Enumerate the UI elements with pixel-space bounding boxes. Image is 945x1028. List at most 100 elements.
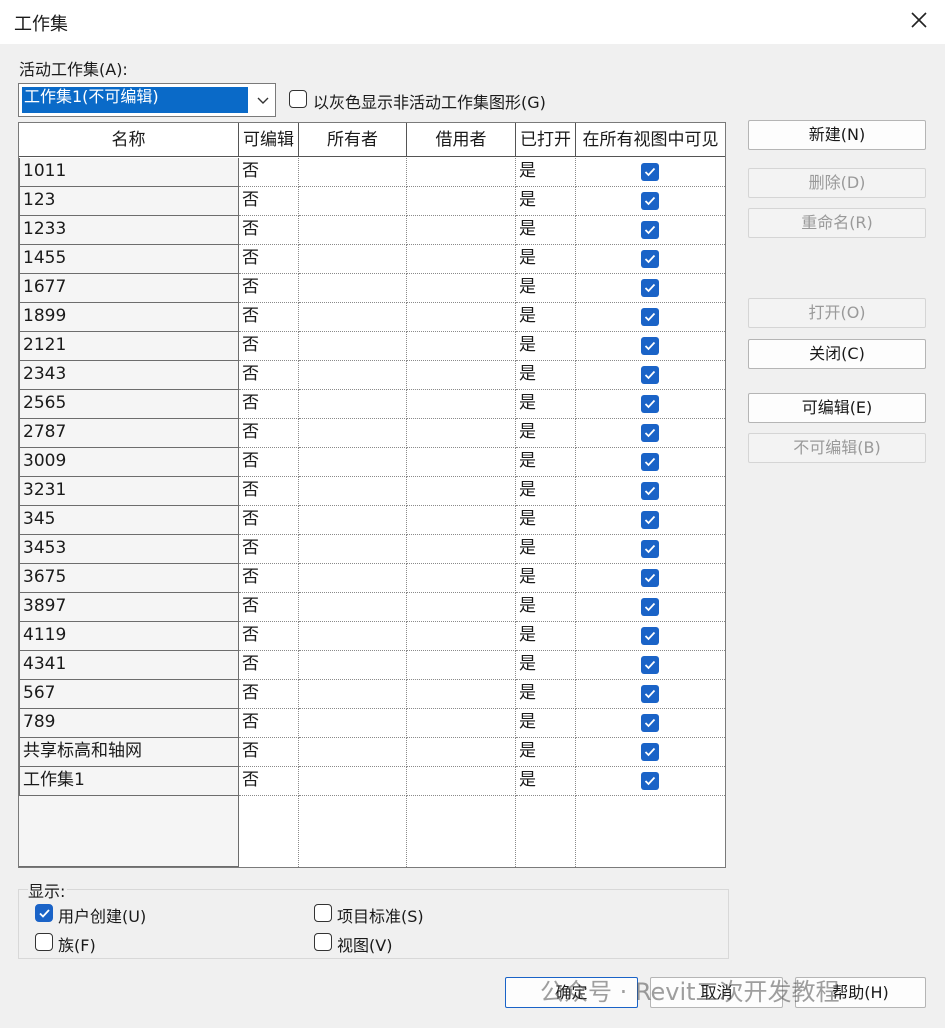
table-row[interactable]: 4119 否 是	[19, 622, 725, 651]
cell-editable[interactable]: 否	[239, 390, 299, 419]
cell-name[interactable]: 3453	[19, 535, 239, 564]
table-row[interactable]: 4341 否 是	[19, 651, 725, 680]
cell-editable[interactable]: 否	[239, 506, 299, 535]
column-header-name[interactable]: 名称	[19, 123, 239, 157]
cell-editable[interactable]: 否	[239, 680, 299, 709]
cell-editable[interactable]: 否	[239, 593, 299, 622]
cell-name[interactable]: 345	[19, 506, 239, 535]
table-row[interactable]: 3009 否 是	[19, 448, 725, 477]
user-created-checkbox[interactable]	[35, 904, 53, 922]
cell-editable[interactable]: 否	[239, 158, 299, 187]
column-header-borrower[interactable]: 借用者	[407, 123, 516, 157]
project-standards-checkbox[interactable]	[314, 904, 332, 922]
close-button[interactable]	[897, 2, 941, 42]
cell-name[interactable]: 3231	[19, 477, 239, 506]
active-workset-dropdown[interactable]: 工作集1(不可编辑)	[18, 83, 276, 117]
table-row[interactable]: 2121 否 是	[19, 332, 725, 361]
cell-visible[interactable]	[576, 738, 725, 767]
visible-checkbox[interactable]	[641, 279, 659, 297]
cell-name[interactable]: 1011	[19, 158, 239, 187]
cell-visible[interactable]	[576, 448, 725, 477]
cell-editable[interactable]: 否	[239, 767, 299, 796]
cell-name[interactable]: 3675	[19, 564, 239, 593]
cell-visible[interactable]	[576, 680, 725, 709]
cell-visible[interactable]	[576, 332, 725, 361]
workset-table[interactable]: 名称 可编辑 所有者 借用者 已打开 在所有视图中可见 1011 否是 123 否是 1…	[18, 122, 726, 868]
cell-editable[interactable]: 否	[239, 274, 299, 303]
column-header-editable[interactable]: 可编辑	[239, 123, 299, 157]
cell-name[interactable]: 4341	[19, 651, 239, 680]
cell-visible[interactable]	[576, 709, 725, 738]
cell-editable[interactable]: 否	[239, 709, 299, 738]
cell-name[interactable]: 4119	[19, 622, 239, 651]
visible-checkbox[interactable]	[641, 540, 659, 558]
cell-name[interactable]: 2343	[19, 361, 239, 390]
cell-editable[interactable]: 否	[239, 477, 299, 506]
visible-checkbox[interactable]	[641, 395, 659, 413]
cell-visible[interactable]	[576, 535, 725, 564]
visible-checkbox[interactable]	[641, 656, 659, 674]
cell-editable[interactable]: 否	[239, 622, 299, 651]
visible-checkbox[interactable]	[641, 511, 659, 529]
cell-name[interactable]: 1455	[19, 245, 239, 274]
cell-visible[interactable]	[576, 419, 725, 448]
cell-visible[interactable]	[576, 390, 725, 419]
cell-editable[interactable]: 否	[239, 216, 299, 245]
table-row[interactable]: 567 否 是	[19, 680, 725, 709]
table-row[interactable]: 1233 否 是	[19, 216, 725, 245]
cell-name[interactable]: 3009	[19, 448, 239, 477]
table-row[interactable]: 1455 否 是	[19, 245, 725, 274]
visible-checkbox[interactable]	[641, 482, 659, 500]
cell-editable[interactable]: 否	[239, 303, 299, 332]
cell-visible[interactable]	[576, 158, 725, 187]
visible-checkbox[interactable]	[641, 424, 659, 442]
table-row[interactable]: 1011 否 是	[19, 158, 725, 187]
cell-visible[interactable]	[576, 767, 725, 796]
cell-visible[interactable]	[576, 593, 725, 622]
cell-name[interactable]: 2787	[19, 419, 239, 448]
table-row[interactable]: 2787 否 是	[19, 419, 725, 448]
cell-name[interactable]: 567	[19, 680, 239, 709]
cell-visible[interactable]	[576, 361, 725, 390]
cell-editable[interactable]: 否	[239, 245, 299, 274]
cell-visible[interactable]	[576, 622, 725, 651]
cell-name[interactable]: 3897	[19, 593, 239, 622]
visible-checkbox[interactable]	[641, 163, 659, 181]
visible-checkbox[interactable]	[641, 685, 659, 703]
cell-name[interactable]: 789	[19, 709, 239, 738]
visible-checkbox[interactable]	[641, 772, 659, 790]
cell-visible[interactable]	[576, 564, 725, 593]
visible-checkbox[interactable]	[641, 569, 659, 587]
views-checkbox[interactable]	[314, 933, 332, 951]
cell-editable[interactable]: 否	[239, 448, 299, 477]
non-editable-button[interactable]: 不可编辑(B)	[748, 433, 926, 463]
families-checkbox[interactable]	[35, 933, 53, 951]
visible-checkbox[interactable]	[641, 453, 659, 471]
close-workset-button[interactable]: 关闭(C)	[748, 339, 926, 369]
table-row[interactable]: 345 否 是	[19, 506, 725, 535]
new-button[interactable]: 新建(N)	[748, 120, 926, 150]
table-row[interactable]: 工作集1 否 是	[19, 767, 725, 796]
visible-checkbox[interactable]	[641, 366, 659, 384]
gray-inactive-checkbox[interactable]	[289, 90, 307, 108]
cell-editable[interactable]: 否	[239, 738, 299, 767]
delete-button[interactable]: 删除(D)	[748, 168, 926, 198]
cell-editable[interactable]: 否	[239, 564, 299, 593]
cell-name[interactable]: 1233	[19, 216, 239, 245]
visible-checkbox[interactable]	[641, 192, 659, 210]
column-header-visible[interactable]: 在所有视图中可见	[576, 123, 725, 157]
cell-name[interactable]: 123	[19, 187, 239, 216]
cell-visible[interactable]	[576, 506, 725, 535]
cell-editable[interactable]: 否	[239, 187, 299, 216]
cell-name[interactable]: 共享标高和轴网	[19, 738, 239, 767]
column-header-opened[interactable]: 已打开	[516, 123, 576, 157]
table-row[interactable]: 2343 否 是	[19, 361, 725, 390]
table-row[interactable]: 2565 否 是	[19, 390, 725, 419]
visible-checkbox[interactable]	[641, 308, 659, 326]
table-row[interactable]: 共享标高和轴网否 是	[19, 738, 725, 767]
table-row[interactable]: 3897 否 是	[19, 593, 725, 622]
editable-button[interactable]: 可编辑(E)	[748, 393, 926, 423]
table-row[interactable]: 1677 否 是	[19, 274, 725, 303]
cell-editable[interactable]: 否	[239, 419, 299, 448]
table-row[interactable]: 3231 否 是	[19, 477, 725, 506]
